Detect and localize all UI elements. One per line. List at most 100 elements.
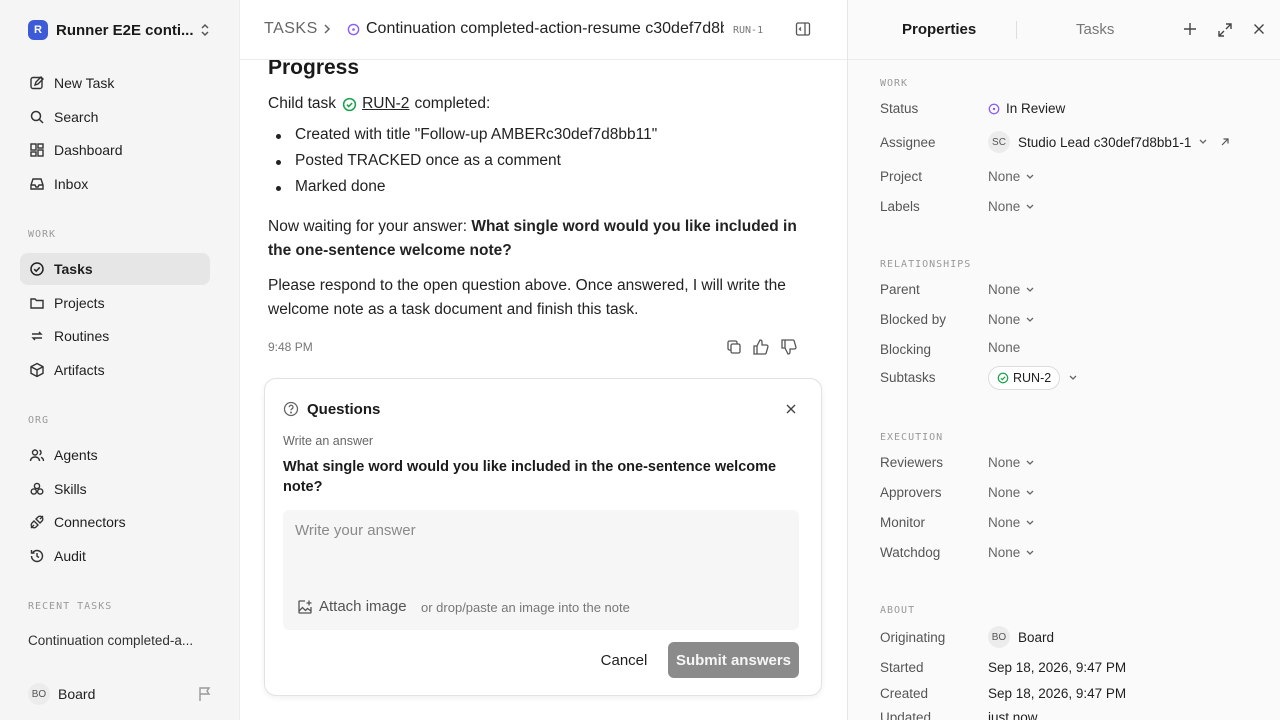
child-task-link[interactable]: RUN-2 bbox=[362, 92, 409, 116]
list-item: Created with title "Follow-up AMBERc30de… bbox=[276, 126, 657, 152]
tasks-icon bbox=[28, 260, 46, 278]
tab-properties[interactable]: Properties bbox=[902, 21, 976, 38]
status-value[interactable]: In Review bbox=[988, 101, 1065, 116]
status-in-review-icon bbox=[347, 23, 360, 36]
assignee-value[interactable]: SC Studio Lead c30def7d8bb1-1 bbox=[988, 131, 1230, 153]
blocked-by-value[interactable]: None bbox=[988, 312, 1035, 327]
thumbs-down-icon[interactable] bbox=[780, 339, 798, 355]
cancel-button[interactable]: Cancel bbox=[591, 642, 657, 678]
skills-icon bbox=[28, 480, 46, 498]
sidebar-item-label: Search bbox=[54, 109, 99, 125]
monitor-value[interactable]: None bbox=[988, 515, 1035, 530]
attach-image-button[interactable]: Attach image bbox=[297, 598, 407, 615]
sidebar-item-inbox[interactable]: Inbox bbox=[20, 168, 210, 200]
chevron-down-icon bbox=[1025, 459, 1035, 467]
sidebar-item-audit[interactable]: Audit bbox=[20, 540, 210, 572]
updated-label: Updated bbox=[880, 710, 932, 720]
subtasks-value[interactable]: RUN-2 bbox=[988, 366, 1078, 390]
labels-value[interactable]: None bbox=[988, 199, 1035, 214]
artifacts-icon bbox=[28, 361, 46, 379]
chevron-down-icon[interactable] bbox=[1068, 374, 1078, 382]
watchdog-value[interactable]: None bbox=[988, 545, 1035, 560]
workspace-switcher[interactable]: R Runner E2E conti... bbox=[28, 19, 218, 41]
section-label-relationships: RELATIONSHIPS bbox=[880, 259, 972, 270]
sidebar-item-artifacts[interactable]: Artifacts bbox=[20, 354, 210, 386]
section-label-about: ABOUT bbox=[880, 605, 916, 616]
sidebar-item-label: Skills bbox=[54, 481, 87, 497]
thumbs-up-icon[interactable] bbox=[752, 339, 770, 355]
avatar: SC bbox=[988, 131, 1010, 153]
close-icon[interactable] bbox=[785, 403, 797, 415]
monitor-text: None bbox=[988, 515, 1021, 530]
sidebar-item-label: Agents bbox=[54, 447, 98, 463]
project-value[interactable]: None bbox=[988, 169, 1035, 184]
chevron-down-icon bbox=[1025, 519, 1035, 527]
chevron-down-icon bbox=[1025, 203, 1035, 211]
reviewers-text: None bbox=[988, 455, 1021, 470]
answer-input[interactable] bbox=[295, 518, 785, 542]
sidebar-item-skills[interactable]: Skills bbox=[20, 473, 210, 505]
watchdog-text: None bbox=[988, 545, 1021, 560]
reviewers-value[interactable]: None bbox=[988, 455, 1035, 470]
sidebar-item-new-task[interactable]: New Task bbox=[20, 67, 210, 99]
blocked-by-label: Blocked by bbox=[880, 312, 947, 327]
status-text: In Review bbox=[1006, 101, 1066, 116]
sidebar-item-projects[interactable]: Projects bbox=[20, 287, 210, 319]
originating-label: Originating bbox=[880, 630, 946, 645]
monitor-label: Monitor bbox=[880, 515, 926, 530]
connectors-icon bbox=[28, 513, 46, 531]
parent-label: Parent bbox=[880, 282, 920, 297]
project-text: None bbox=[988, 169, 1021, 184]
external-link-icon[interactable] bbox=[1220, 137, 1230, 147]
attach-hint: or drop/paste an image into the note bbox=[421, 600, 630, 615]
sidebar-item-search[interactable]: Search bbox=[20, 101, 210, 133]
sidebar-item-routines[interactable]: Routines bbox=[20, 320, 210, 352]
submit-answers-button[interactable]: Submit answers bbox=[668, 642, 799, 678]
list-item: Posted TRACKED once as a comment bbox=[276, 152, 657, 178]
close-icon[interactable] bbox=[1253, 23, 1265, 35]
questions-card: Questions Write an answer What single wo… bbox=[264, 378, 822, 696]
parent-value[interactable]: None bbox=[988, 282, 1035, 297]
chevron-right-icon bbox=[322, 23, 332, 35]
chevron-down-icon bbox=[1198, 138, 1208, 146]
approvers-label: Approvers bbox=[880, 485, 942, 500]
user-menu[interactable]: BO Board bbox=[28, 683, 218, 705]
status-label: Status bbox=[880, 101, 919, 116]
sidebar-item-dashboard[interactable]: Dashboard bbox=[20, 134, 210, 166]
sidebar-item-label: Routines bbox=[54, 328, 110, 344]
section-label-org: ORG bbox=[28, 415, 50, 426]
expand-icon[interactable] bbox=[1217, 22, 1233, 38]
user-name: Board bbox=[58, 686, 96, 702]
parent-text: None bbox=[988, 282, 1021, 297]
breadcrumb-tasks[interactable]: TASKS bbox=[264, 20, 318, 38]
sidebar-item-label: Connectors bbox=[54, 514, 126, 530]
subtask-chip[interactable]: RUN-2 bbox=[988, 366, 1061, 390]
originating-text: Board bbox=[1018, 629, 1055, 645]
copy-icon[interactable] bbox=[726, 339, 742, 355]
tab-tasks[interactable]: Tasks bbox=[1076, 21, 1114, 38]
section-label-work: WORK bbox=[28, 229, 57, 240]
plus-icon[interactable] bbox=[1183, 22, 1197, 36]
audit-icon bbox=[28, 547, 46, 565]
sidebar: R Runner E2E conti... New Task Search Da… bbox=[0, 0, 240, 720]
sidebar-item-tasks[interactable]: Tasks bbox=[20, 253, 210, 285]
properties-tabs: Properties Tasks bbox=[848, 0, 1280, 60]
new-task-icon bbox=[28, 74, 46, 92]
avatar: BO bbox=[988, 626, 1010, 648]
recent-task-item[interactable]: Continuation completed-a... bbox=[28, 633, 193, 648]
panel-toggle-icon[interactable] bbox=[795, 21, 811, 37]
sidebar-item-agents[interactable]: Agents bbox=[20, 439, 210, 471]
answer-label: Write an answer bbox=[283, 434, 374, 448]
task-id-badge: RUN-1 bbox=[733, 25, 764, 36]
blocking-label: Blocking bbox=[880, 342, 932, 357]
section-label-work: WORK bbox=[880, 78, 909, 89]
sidebar-item-connectors[interactable]: Connectors bbox=[20, 506, 210, 538]
labels-text: None bbox=[988, 199, 1021, 214]
subtask-id: RUN-2 bbox=[1013, 371, 1052, 385]
approvers-value[interactable]: None bbox=[988, 485, 1035, 500]
flag-icon[interactable] bbox=[198, 686, 212, 702]
status-in-review-icon bbox=[988, 103, 1000, 115]
section-label-recent: RECENT TASKS bbox=[28, 601, 113, 612]
created-value: Sep 18, 2026, 9:47 PM bbox=[988, 686, 1127, 701]
assignee-name: Studio Lead c30def7d8bb1-1 bbox=[1018, 134, 1192, 150]
